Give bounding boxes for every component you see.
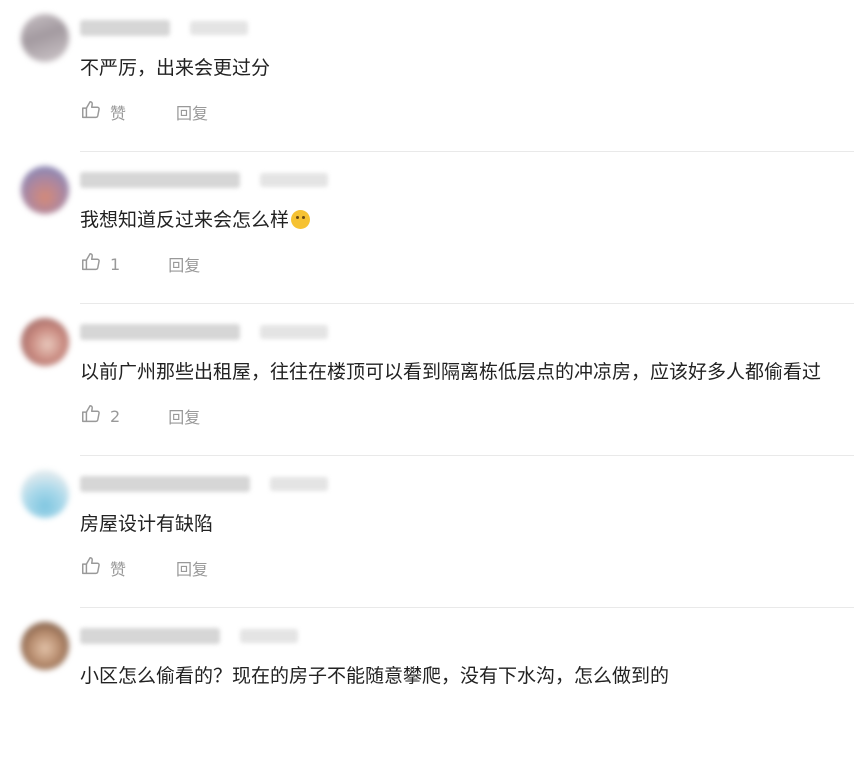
avatar[interactable] xyxy=(21,470,69,518)
thumbs-up-icon xyxy=(80,251,102,277)
avatar[interactable] xyxy=(21,14,69,62)
timestamp-blurred xyxy=(190,21,248,35)
avatar[interactable] xyxy=(21,166,69,214)
comment-item: 房屋设计有缺陷 赞 回复 xyxy=(0,456,854,608)
thumbs-up-icon xyxy=(80,99,102,125)
reply-button[interactable]: 回复 xyxy=(176,100,208,124)
like-button[interactable]: 赞 xyxy=(80,555,126,581)
face-emoji-icon xyxy=(291,210,311,229)
username-blurred[interactable] xyxy=(80,628,220,644)
comment-text: 我想知道反过来会怎么样 xyxy=(80,206,311,234)
like-label: 赞 xyxy=(110,104,127,123)
thumbs-up-icon xyxy=(80,555,102,581)
username-blurred[interactable] xyxy=(80,20,170,36)
comment-actions: 赞 回复 xyxy=(80,100,208,124)
username-blurred[interactable] xyxy=(80,172,240,188)
like-count: 2 xyxy=(110,406,121,426)
thumbs-up-icon xyxy=(80,403,102,429)
username-blurred[interactable] xyxy=(80,324,240,340)
comment-item: 不严厉，出来会更过分 赞 回复 xyxy=(0,0,854,152)
comment-list: 不严厉，出来会更过分 赞 回复 我想知道反过来会怎么样 1 回复 以前广州那些出… xyxy=(0,0,854,687)
timestamp-blurred xyxy=(240,629,298,643)
comment-text: 小区怎么偷看的？现在的房子不能随意攀爬，没有下水沟，怎么做到的 xyxy=(80,665,670,687)
comment-text-body: 我想知道反过来会怎么样 xyxy=(80,209,290,231)
timestamp-blurred xyxy=(260,325,328,339)
comment-actions: 赞 回复 xyxy=(80,556,208,580)
timestamp-blurred xyxy=(260,173,328,187)
comment-item: 我想知道反过来会怎么样 1 回复 xyxy=(0,152,854,304)
like-button[interactable]: 1 xyxy=(80,251,120,277)
like-label: 赞 xyxy=(110,560,127,579)
like-count: 1 xyxy=(110,254,121,274)
like-button[interactable]: 2 xyxy=(80,403,120,429)
comment-text: 不严厉，出来会更过分 xyxy=(80,57,271,79)
avatar[interactable] xyxy=(21,622,69,670)
comment-item: 以前广州那些出租屋，往往在楼顶可以看到隔离栋低层点的冲凉房，应该好多人都偷看过 … xyxy=(0,304,854,456)
comment-item: 小区怎么偷看的？现在的房子不能随意攀爬，没有下水沟，怎么做到的 xyxy=(0,608,854,760)
like-button[interactable]: 赞 xyxy=(80,99,126,125)
username-blurred[interactable] xyxy=(80,476,250,492)
reply-button[interactable]: 回复 xyxy=(176,556,208,580)
comment-actions: 2 回复 xyxy=(80,404,200,428)
comment-text: 以前广州那些出租屋，往往在楼顶可以看到隔离栋低层点的冲凉房，应该好多人都偷看过 xyxy=(80,361,822,383)
timestamp-blurred xyxy=(270,477,328,491)
comment-actions: 1 回复 xyxy=(80,252,200,276)
reply-button[interactable]: 回复 xyxy=(168,404,200,428)
avatar[interactable] xyxy=(21,318,69,366)
reply-button[interactable]: 回复 xyxy=(168,252,200,276)
comment-text: 房屋设计有缺陷 xyxy=(80,513,214,535)
